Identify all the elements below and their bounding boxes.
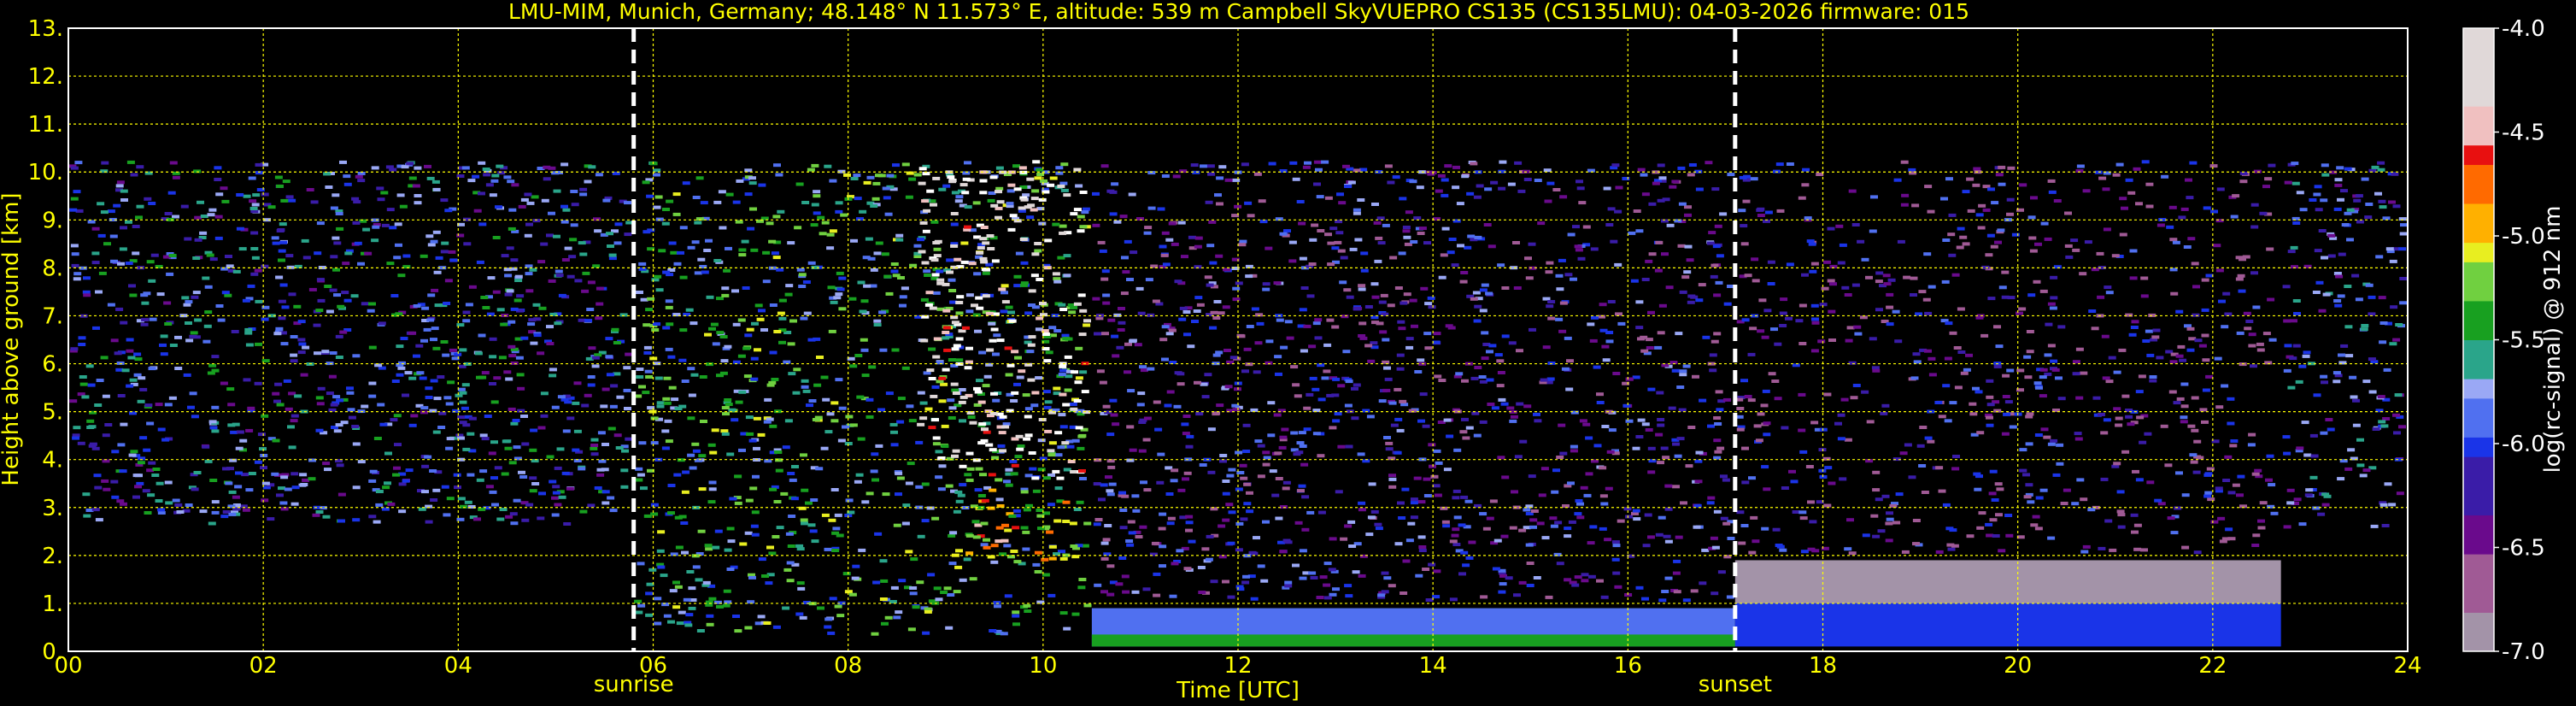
- x-tick-label: 12: [1223, 653, 1252, 679]
- heatmap-band: [1091, 634, 1735, 647]
- y-tick-label: 7.: [42, 303, 63, 329]
- colorbar-segment: [2463, 184, 2494, 204]
- x-tick-label: 16: [1614, 653, 1642, 679]
- colorbar-segment: [2463, 47, 2494, 68]
- colorbar-segment: [2463, 144, 2494, 165]
- colorbar-segment: [2463, 203, 2494, 224]
- colorbar-segment: [2463, 515, 2494, 535]
- heatmap-layer: [1734, 560, 2281, 603]
- colorbar-segment: [2463, 28, 2494, 49]
- colorbar-segment: [2463, 573, 2494, 594]
- x-tick-label: 14: [1419, 653, 1447, 679]
- colorbar-segment: [2463, 164, 2494, 185]
- y-tick-label: 13.: [28, 16, 63, 42]
- x-tick-label: 04: [444, 653, 472, 679]
- colorbar-segment: [2463, 534, 2494, 555]
- x-tick-label: 10: [1029, 653, 1057, 679]
- x-axis-label: Time [UTC]: [1176, 678, 1300, 703]
- colorbar-segment: [2463, 397, 2494, 419]
- x-tick-label: 24: [2393, 653, 2421, 679]
- y-tick-label: 1.: [42, 591, 63, 617]
- heatmap-layer: [1091, 634, 1735, 647]
- y-tick-label: 10.: [28, 160, 63, 185]
- colorbar-segment: [2463, 320, 2494, 340]
- y-tick-label: 0.: [42, 639, 63, 665]
- x-tick-label: 20: [2004, 653, 2032, 679]
- colorbar-label: log(rc-signal) @ 912 nm: [2540, 206, 2566, 474]
- colorbar-segment: [2463, 222, 2494, 244]
- y-axis-label: Height above ground [km]: [0, 192, 24, 485]
- colorbar-tick-label: -5.0: [2502, 224, 2545, 250]
- y-tick-label: 12.: [28, 64, 63, 90]
- heatmap-layer: [1734, 603, 2281, 647]
- y-tick-label: 5.: [42, 400, 63, 426]
- colorbar-tick-label: -6.5: [2502, 536, 2545, 562]
- colorbar-segment: [2463, 612, 2494, 632]
- heatmap-band: [1734, 560, 2281, 603]
- sunset-label: sunset: [1699, 672, 1772, 697]
- colorbar-tick-label: -7.0: [2502, 639, 2545, 665]
- chart-title: LMU-MIM, Munich, Germany; 48.148° N 11.5…: [508, 0, 1969, 24]
- colorbar-tick-label: -4.0: [2502, 16, 2545, 42]
- x-tick-label: 18: [1809, 653, 1837, 679]
- x-tick-label: 22: [2198, 653, 2227, 679]
- heatmap-band: [1734, 603, 2281, 647]
- colorbar-segment: [2463, 262, 2494, 282]
- y-tick-label: 3.: [42, 496, 63, 521]
- y-tick-label: 11.: [28, 112, 63, 138]
- colorbar-segment: [2463, 242, 2494, 262]
- colorbar-segment: [2463, 554, 2494, 574]
- y-tick-label: 4.: [42, 448, 63, 474]
- colorbar-segment: [2463, 106, 2494, 126]
- y-tick-label: 2.: [42, 544, 63, 569]
- colorbar-segment: [2463, 300, 2494, 321]
- colorbar-segment: [2463, 592, 2494, 613]
- colorbar-tick-label: -6.0: [2502, 432, 2545, 457]
- colorbar-segment: [2463, 86, 2494, 107]
- x-tick-label: 08: [834, 653, 862, 679]
- colorbar-segment: [2463, 495, 2494, 516]
- x-tick-label: 06: [639, 653, 667, 679]
- colorbar-segment: [2463, 475, 2494, 497]
- colorbar-segment: [2463, 125, 2494, 146]
- colorbar-segment: [2463, 67, 2494, 87]
- colorbar-segment: [2463, 632, 2494, 652]
- colorbar-segment: [2463, 417, 2494, 438]
- colorbar-segment: [2463, 359, 2494, 379]
- y-tick-label: 9.: [42, 208, 63, 233]
- y-tick-label: 8.: [42, 256, 63, 281]
- colorbar-segment: [2463, 456, 2494, 477]
- colorbar-tick-label: -5.5: [2502, 328, 2545, 354]
- ceilometer-chart: LMU-MIM, Munich, Germany; 48.148° N 11.5…: [0, 0, 2576, 706]
- colorbar-segment: [2463, 339, 2494, 360]
- x-tick-label: 02: [249, 653, 278, 679]
- colorbar-segment: [2463, 379, 2494, 399]
- colorbar: [2462, 27, 2495, 652]
- colorbar-tick-label: -4.5: [2502, 121, 2545, 146]
- colorbar-segment: [2463, 437, 2494, 457]
- colorbar-segment: [2463, 281, 2494, 302]
- y-tick-label: 6.: [42, 352, 63, 378]
